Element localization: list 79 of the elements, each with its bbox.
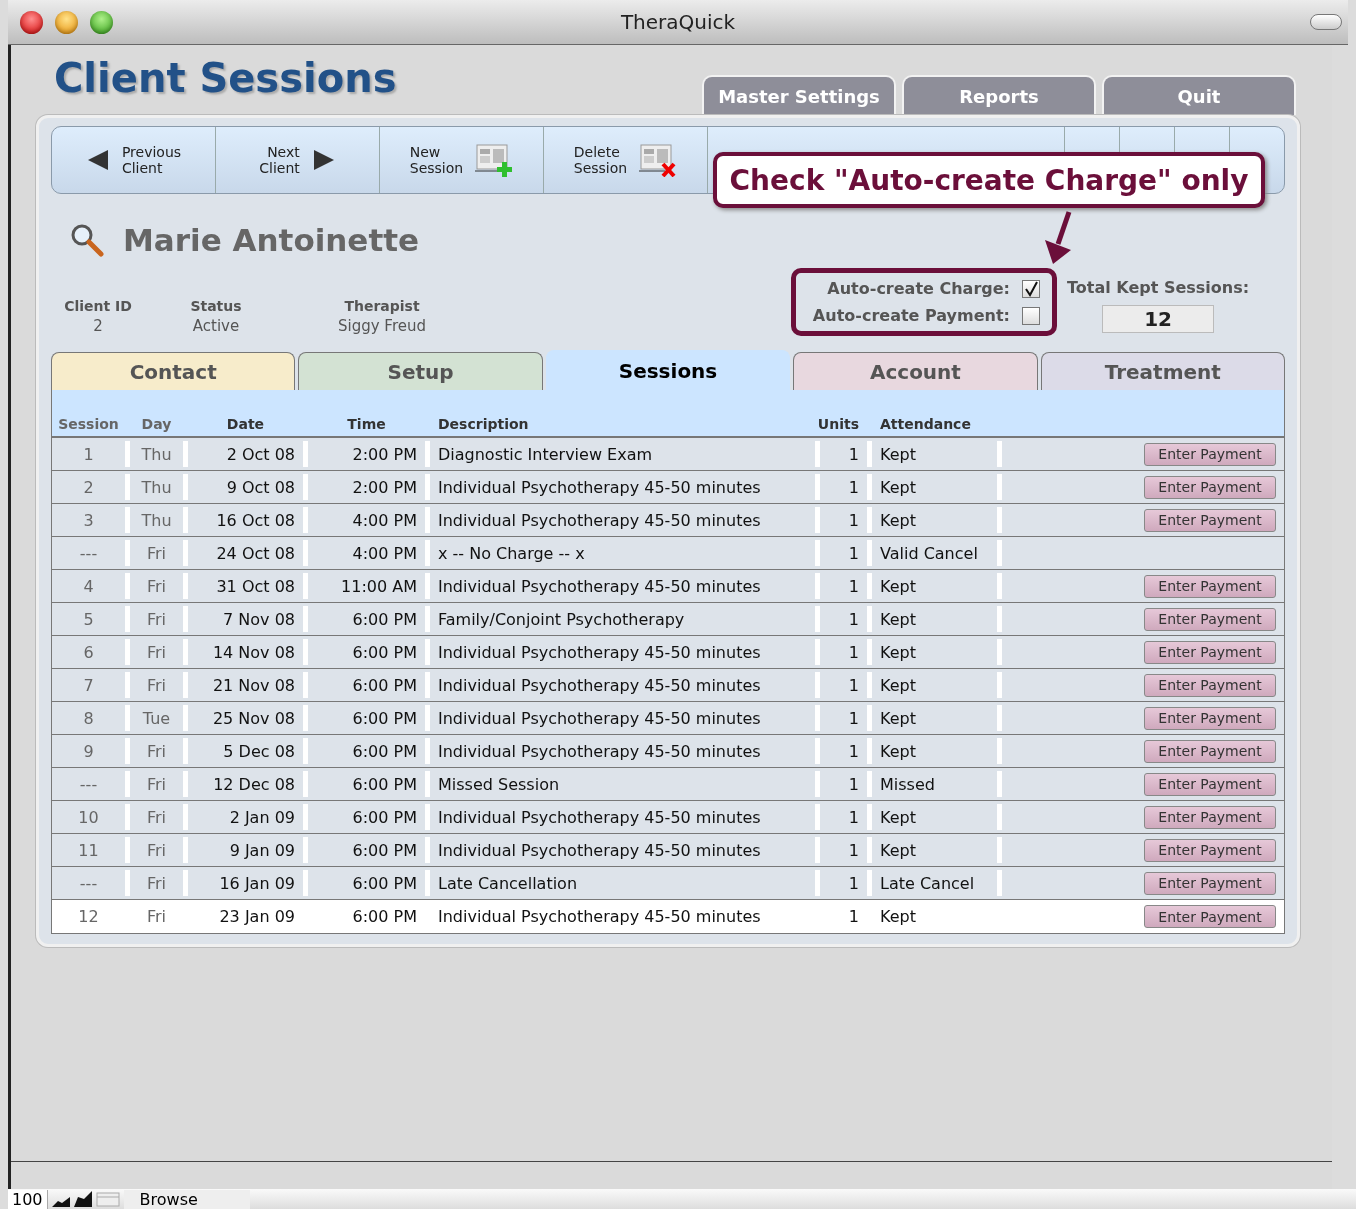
field-label: Status	[190, 298, 242, 314]
enter-payment-button[interactable]: Enter Payment	[1144, 508, 1276, 532]
toolbar-toggle-button[interactable]	[1310, 14, 1342, 30]
table-row[interactable]: 8 Tue 25 Nov 08 6:00 PM Individual Psychotherapy 45-50 minutes 1 Kept Enter Payment	[52, 702, 1284, 735]
column-header: Time	[346, 416, 387, 432]
table-row[interactable]: 3 Thu 16 Oct 08 4:00 PM Individual Psychotherapy 45-50 minutes 1 Kept Enter Payment	[52, 504, 1284, 537]
tab[interactable]: Treatment	[1040, 352, 1286, 390]
option-label: Auto-create Payment:	[812, 306, 1010, 325]
day-cell: Fri	[130, 903, 188, 930]
column-header: Units	[820, 416, 860, 432]
table-row[interactable]: 6 Fri 14 Nov 08 6:00 PM Individual Psychotherapy 45-50 minutes 1 Kept Enter Payment	[52, 636, 1284, 669]
total-value: 12	[1102, 305, 1215, 333]
column-header: Day	[140, 416, 173, 432]
table-row[interactable]: 5 Fri 7 Nov 08 6:00 PM Family/Conjoint Psychotherapy 1 Kept Enter Payment	[52, 603, 1284, 636]
tab[interactable]: Setup	[298, 352, 543, 390]
table-row[interactable]: 10 Fri 2 Jan 09 6:00 PM Individual Psychotherapy 45-50 minutes 1 Kept Enter Payment	[52, 801, 1284, 834]
field-label: Client ID	[64, 298, 132, 314]
enter-payment-button[interactable]: Enter Payment	[1144, 838, 1276, 862]
table-row[interactable]: --- Fri 16 Jan 09 6:00 PM Late Cancellation 1 Late Cancel Enter Payment	[52, 867, 1284, 900]
close-button[interactable]	[20, 10, 43, 34]
enter-payment-button[interactable]: Enter Payment	[1144, 871, 1276, 895]
new-session-button[interactable]: New Session	[380, 127, 544, 193]
minimize-button[interactable]	[55, 10, 78, 34]
document-x-icon	[639, 143, 678, 177]
zoom-level[interactable]: 100	[8, 1189, 48, 1209]
tab[interactable]: Account	[793, 352, 1038, 390]
enter-payment-button[interactable]: Enter Payment	[1144, 640, 1276, 664]
table-row[interactable]: 1 Thu 2 Oct 08 2:00 PM Diagnostic Interview Exam 1 Kept Enter Payment	[52, 438, 1284, 471]
enter-payment-button[interactable]: Enter Payment	[1144, 475, 1276, 499]
field-value: Active	[192, 317, 240, 335]
time-cell: 6:00 PM	[308, 903, 430, 930]
column-header: Attendance	[879, 416, 972, 432]
column-header: Date	[225, 416, 266, 432]
client-name: Marie Antoinette	[123, 222, 420, 258]
table-row[interactable]: 7 Fri 21 Nov 08 6:00 PM Individual Psychotherapy 45-50 minutes 1 Kept Enter Payment	[52, 669, 1284, 702]
document-plus-icon	[475, 143, 514, 177]
enter-payment-button[interactable]: Enter Payment	[1144, 905, 1276, 928]
checkbox[interactable]	[1022, 279, 1040, 298]
enter-payment-button[interactable]: Enter Payment	[1144, 706, 1276, 730]
enter-payment-button[interactable]: Enter Payment	[1144, 772, 1276, 796]
search-icon[interactable]	[69, 222, 105, 258]
enter-payment-button[interactable]: Enter Payment	[1144, 673, 1276, 697]
field-label: Therapist	[344, 298, 420, 314]
units-cell: 1	[820, 903, 872, 930]
date-cell: 23 Jan 09	[188, 903, 308, 930]
enter-payment-button[interactable]: Enter Payment	[1144, 739, 1276, 763]
description-cell: Individual Psychotherapy 45-50 minutes	[430, 903, 820, 930]
previous-client-button[interactable]: Previous Client	[52, 127, 216, 193]
field-value: Siggy Freud	[338, 317, 426, 335]
field-value: 2	[93, 317, 103, 335]
enter-payment-button[interactable]: Enter Payment	[1144, 574, 1276, 598]
table-row[interactable]: --- Fri 24 Oct 08 4:00 PM x -- No Charge -- x 1 Valid Cancel	[52, 537, 1284, 570]
tab[interactable]: Contact	[51, 352, 296, 390]
tab[interactable]: Sessions	[545, 350, 791, 390]
column-header: Description	[437, 416, 530, 432]
enter-payment-button[interactable]: Enter Payment	[1144, 607, 1276, 631]
enter-payment-button[interactable]: Enter Payment	[1144, 442, 1276, 466]
total-label: Total Kept Sessions:	[1067, 278, 1250, 297]
enter-payment-button[interactable]: Enter Payment	[1144, 805, 1276, 829]
zoom-button[interactable]	[90, 10, 113, 34]
session-number: 12	[52, 903, 130, 930]
checkbox[interactable]	[1022, 306, 1040, 325]
table-row[interactable]: --- Fri 12 Dec 08 6:00 PM Missed Session 1 Missed Enter Payment	[52, 768, 1284, 801]
table-row[interactable]: 12 Fri 23 Jan 09 6:00 PM Individual Psychotherapy 45-50 minutes 1 Kept Enter Payment	[52, 900, 1284, 933]
next-client-button[interactable]: Next Client	[216, 127, 380, 193]
zoom-in-icon[interactable]	[73, 1191, 92, 1207]
attendance-cell: Kept	[872, 903, 1002, 930]
option-label: Auto-create Charge:	[827, 279, 1010, 298]
page-title: Client Sessions	[54, 55, 398, 101]
table-row[interactable]: 2 Thu 9 Oct 08 2:00 PM Individual Psychotherapy 45-50 minutes 1 Kept Enter Payment	[52, 471, 1284, 504]
right-arrow-icon	[311, 148, 336, 172]
table-row[interactable]: 11 Fri 9 Jan 09 6:00 PM Individual Psychotherapy 45-50 minutes 1 Kept Enter Payment	[52, 834, 1284, 867]
column-header: Session	[57, 416, 120, 432]
delete-session-button[interactable]: Delete Session	[544, 127, 708, 193]
table-row[interactable]: 9 Fri 5 Dec 08 6:00 PM Individual Psychotherapy 45-50 minutes 1 Kept Enter Payment	[52, 735, 1284, 768]
window-title: TheraQuick	[620, 10, 736, 34]
table-row[interactable]: 4 Fri 31 Oct 08 11:00 AM Individual Psychotherapy 45-50 minutes 1 Kept Enter Payment	[52, 570, 1284, 603]
callout-text: Check "Auto-create Charge" only	[729, 163, 1249, 197]
mode-label: Browse	[123, 1189, 250, 1209]
